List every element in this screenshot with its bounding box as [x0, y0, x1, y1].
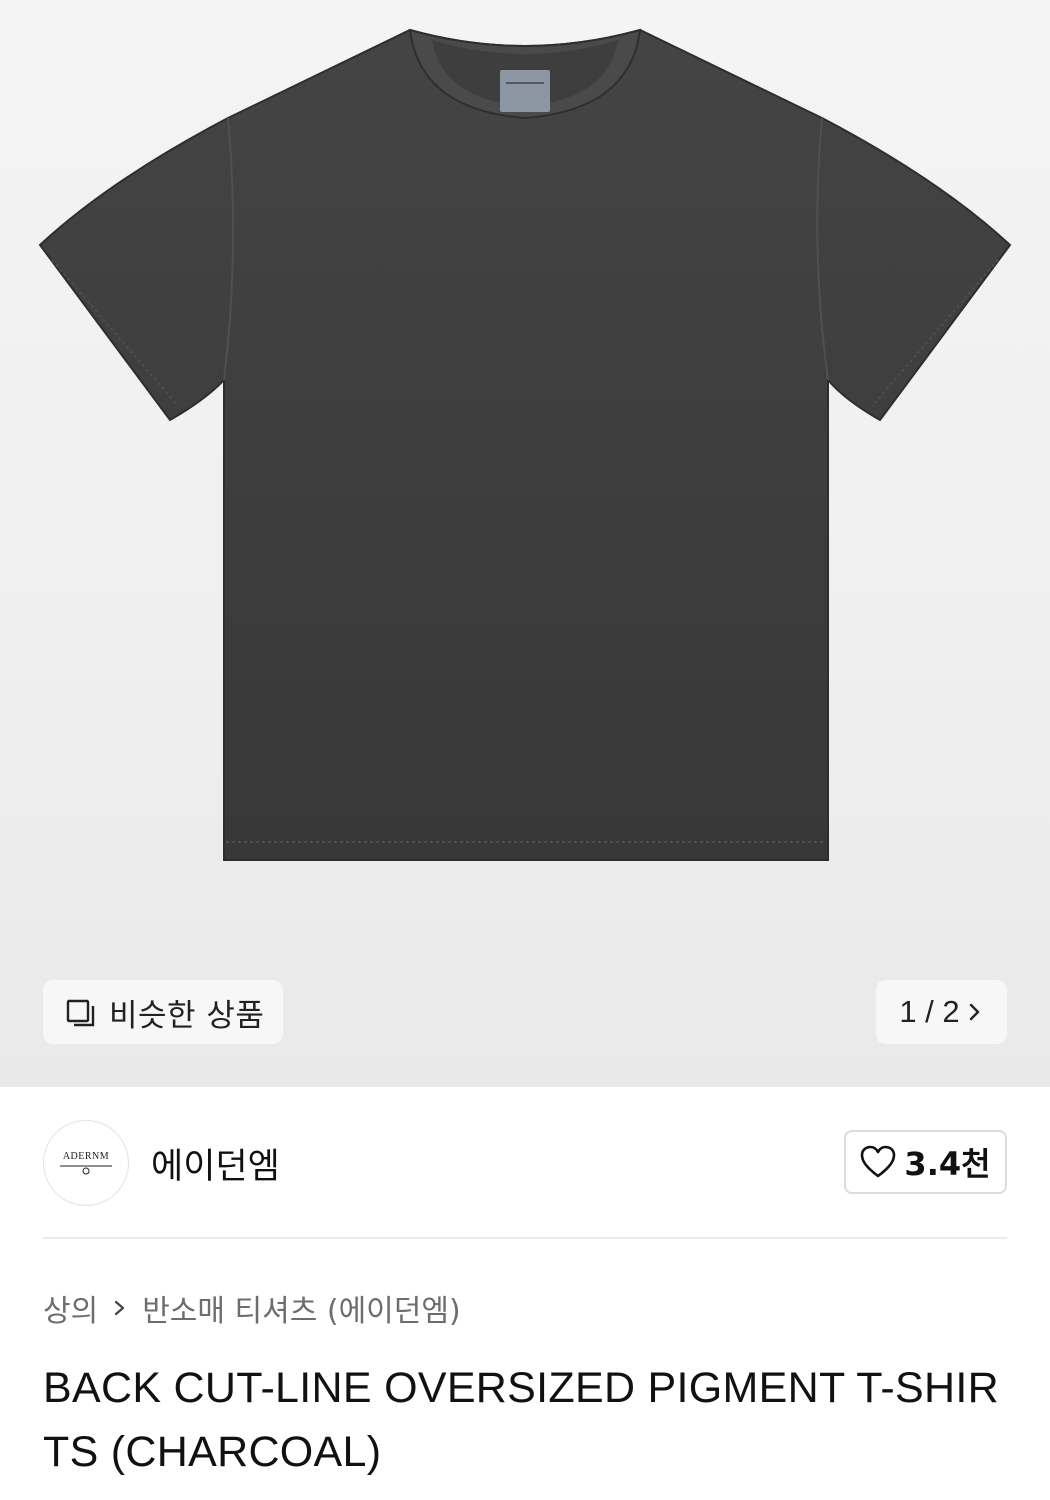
brand-row: ADERNM 에이던엠 3.4천 — [43, 1118, 1007, 1208]
similar-products-button[interactable]: 비슷한 상품 — [43, 980, 283, 1044]
brand-logo[interactable]: ADERNM — [43, 1120, 129, 1206]
like-count: 3.4천 — [904, 1145, 991, 1183]
pager-text: 1 / 2 — [899, 994, 960, 1029]
breadcrumb-item-category[interactable]: 상의 — [43, 1286, 98, 1330]
divider — [43, 1237, 1007, 1239]
brand-name[interactable]: 에이던엠 — [151, 1138, 280, 1189]
product-title: BACK CUT-LINE OVERSIZED PIGMENT T-SHIRTS… — [43, 1364, 999, 1476]
breadcrumb: 상의 반소매 티셔츠 (에이던엠) — [43, 1286, 461, 1330]
like-button[interactable]: 3.4천 — [844, 1130, 1007, 1194]
chevron-right-icon — [115, 1300, 125, 1316]
breadcrumb-item-subcategory[interactable]: 반소매 티셔츠 (에이던엠) — [142, 1286, 460, 1330]
product-gallery[interactable]: 비슷한 상품 1 / 2 — [0, 0, 1050, 1087]
stacked-squares-icon — [66, 999, 95, 1027]
brand-logo-mark — [60, 1165, 112, 1174]
product-image[interactable] — [0, 0, 1050, 1087]
similar-products-label: 비슷한 상품 — [109, 997, 265, 1034]
image-pager-button[interactable]: 1 / 2 — [876, 980, 1007, 1044]
chevron-right-icon — [969, 1003, 979, 1021]
heart-outline-icon — [861, 1145, 896, 1178]
brand-logo-text: ADERNM — [62, 1150, 110, 1162]
